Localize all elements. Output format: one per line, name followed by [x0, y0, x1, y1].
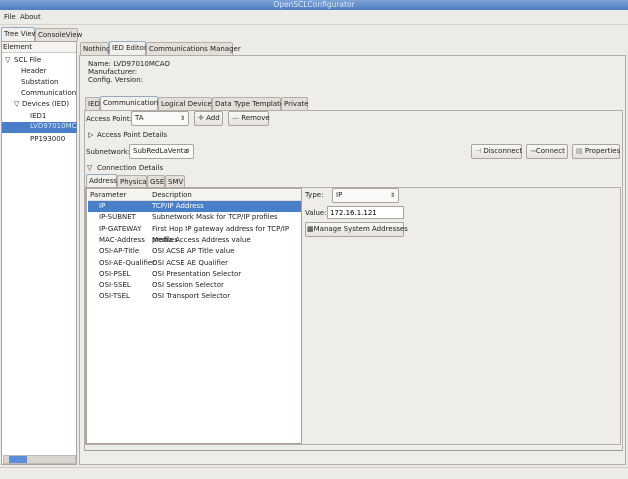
description-cell: TCP/IP Address — [152, 202, 204, 210]
add-label: Add — [206, 114, 220, 122]
table-row[interactable]: IP TCP/IP Address — [88, 201, 301, 212]
description-cell: Subnetwork Mask for TCP/IP profiles — [152, 213, 278, 222]
connection-details-expander[interactable]: Connection Details — [97, 164, 163, 172]
table-row[interactable]: MAC-Address Media Access Address value — [88, 235, 301, 246]
title-bar: OpenSCLConfigurator — [0, 0, 628, 10]
tree-header: Element — [2, 42, 76, 53]
parameter-cell: OSI-SSEL — [99, 281, 131, 290]
disconnect-button[interactable]: ⊣ Disconnect — [471, 144, 522, 159]
parameter-cell: MAC-Address — [99, 235, 145, 244]
menu-about[interactable]: About — [20, 13, 41, 21]
disconnect-label: Disconnect — [483, 147, 523, 155]
access-point-details-expander[interactable]: Access Point Details — [97, 131, 167, 139]
parameter-cell: IP-SUBNET — [99, 213, 136, 222]
add-button[interactable]: ✚ Add — [194, 111, 223, 126]
window-title: OpenSCLConfigurator — [273, 0, 355, 9]
tree-item-communication[interactable]: Communication — [21, 89, 76, 97]
remove-label: Remove — [241, 114, 270, 122]
properties-button[interactable]: ▤ Properties — [572, 144, 620, 159]
tree-item-ied1[interactable]: IED1 — [30, 112, 46, 120]
table-header: Parameter Description — [88, 190, 301, 201]
value-input[interactable] — [327, 206, 404, 219]
status-bar — [0, 467, 628, 479]
description-cell: OSI ACSE AP Title value — [152, 247, 235, 256]
updown-icon: ⇕ — [389, 192, 395, 199]
properties-label: Properties — [584, 147, 621, 155]
type-label: Type: — [305, 191, 324, 199]
type-value: IP — [336, 191, 343, 199]
column-header-description[interactable]: Description — [152, 190, 192, 201]
description-cell: OSI ACSE AE Qualifier — [152, 258, 229, 267]
menu-file[interactable]: File — [4, 13, 16, 21]
tab-ied-editor[interactable]: IED Editor — [109, 41, 147, 55]
tree-item-scl-file[interactable]: SCL File — [14, 56, 41, 64]
tab-data-type-templates[interactable]: Data Type Templates — [212, 97, 288, 110]
description-cell: OSI Session Selector — [152, 281, 224, 290]
tab-communications[interactable]: Communications — [100, 96, 162, 110]
tree-item-substation[interactable]: Substation — [21, 78, 58, 86]
table-row[interactable]: OSI-AP-Title OSI ACSE AP Title value — [88, 246, 301, 257]
table-row[interactable]: OSI-SSEL OSI Session Selector — [88, 280, 301, 291]
ied-manufacturer: Manufacturer: — [88, 68, 138, 76]
table-row[interactable]: IP-SUBNET Subnetwork Mask for TCP/IP prof… — [88, 212, 301, 223]
updown-icon: ⇕ — [184, 148, 190, 155]
updown-icon: ⇕ — [179, 115, 185, 122]
access-point-combo[interactable]: TA ⇕ — [131, 111, 189, 126]
parameter-cell: OSI-PSEL — [99, 269, 131, 278]
manage-system-addresses-button[interactable]: ▦Manage System Addresses — [305, 222, 408, 237]
value-label: Value: — [305, 209, 327, 217]
table-icon: ▦ — [307, 225, 314, 233]
manage-label: Manage System Addresses — [313, 225, 408, 233]
tab-console-view[interactable]: ConsoleView — [35, 28, 82, 41]
tree-item-pp193000[interactable]: PP193000 — [30, 135, 65, 143]
tab-logical-devices[interactable]: Logical Devices — [158, 97, 215, 110]
connect-button[interactable]: ⊸Connect — [526, 144, 568, 159]
table-row[interactable]: OSI-AE-Qualifier OSI ACSE AE Qualifier — [88, 258, 301, 269]
description-cell: OSI Presentation Selector — [152, 269, 242, 278]
parameter-cell: IP-GATEWAY — [99, 224, 142, 233]
tab-address[interactable]: Address — [86, 174, 117, 188]
menu-bar: File About — [0, 11, 628, 25]
expander-expanded-icon[interactable]: ▽ — [87, 164, 92, 172]
plus-icon: ✚ — [198, 114, 204, 122]
expander-collapsed-icon[interactable]: ▷ — [88, 131, 93, 139]
type-combo[interactable]: IP ⇕ — [332, 188, 399, 203]
tab-ied[interactable]: IED — [85, 97, 100, 110]
tree-item-devices[interactable]: Devices (IED) — [22, 100, 69, 108]
scrollbar-thumb[interactable] — [9, 456, 27, 463]
tab-private[interactable]: Private — [281, 97, 308, 110]
column-header-parameter[interactable]: Parameter — [90, 190, 126, 201]
description-cell: Media Access Address value — [152, 235, 251, 244]
access-point-label: Access Point: — [86, 115, 132, 123]
ied-name: Name: LVD97010MCAO — [88, 60, 170, 68]
tree-expander-icon[interactable]: ▽ — [14, 100, 19, 108]
table-row[interactable]: OSI-PSEL OSI Presentation Selector — [88, 269, 301, 280]
tab-nothing[interactable]: Nothing — [80, 42, 111, 55]
horizontal-scrollbar[interactable] — [3, 455, 76, 464]
subnetwork-combo[interactable]: SubRedLaVenta ⇕ — [129, 144, 194, 159]
parameter-cell: OSI-TSEL — [99, 292, 130, 301]
tab-tree-view[interactable]: Tree View — [1, 27, 37, 41]
subnetwork-value: SubRedLaVenta — [133, 147, 188, 155]
tree-item-lvd97010mcao[interactable]: LVD97010MCAO — [2, 122, 77, 133]
disconnect-icon: ⊣ — [475, 147, 482, 155]
tree-item-header[interactable]: Header — [21, 67, 47, 75]
tree-expander-icon[interactable]: ▽ — [5, 56, 10, 64]
properties-icon: ▤ — [576, 147, 583, 155]
parameter-cell: OSI-AP-Title — [99, 247, 140, 256]
address-table: Parameter Description IP TCP/IP Address IP… — [86, 188, 302, 444]
access-point-value: TA — [135, 114, 144, 122]
tree-panel: Element ▽ SCL File Header Substation Com… — [1, 41, 77, 465]
ied-config-version: Config. Version: — [88, 76, 144, 84]
remove-button[interactable]: — Remove — [228, 111, 270, 126]
connect-label: Connect — [535, 147, 565, 155]
parameter-cell: OSI-AE-Qualifier — [99, 258, 156, 267]
table-row[interactable]: IP-GATEWAY First Hop IP gateway address f… — [88, 224, 301, 244]
parameter-cell: IP — [99, 202, 106, 210]
subnetwork-label: Subnetwork: — [86, 148, 131, 156]
description-cell: OSI Transport Selector — [152, 292, 231, 301]
tab-communications-manager[interactable]: Communications Manager — [146, 42, 241, 55]
table-row[interactable]: OSI-TSEL OSI Transport Selector — [88, 291, 301, 302]
minus-icon: — — [232, 114, 239, 122]
